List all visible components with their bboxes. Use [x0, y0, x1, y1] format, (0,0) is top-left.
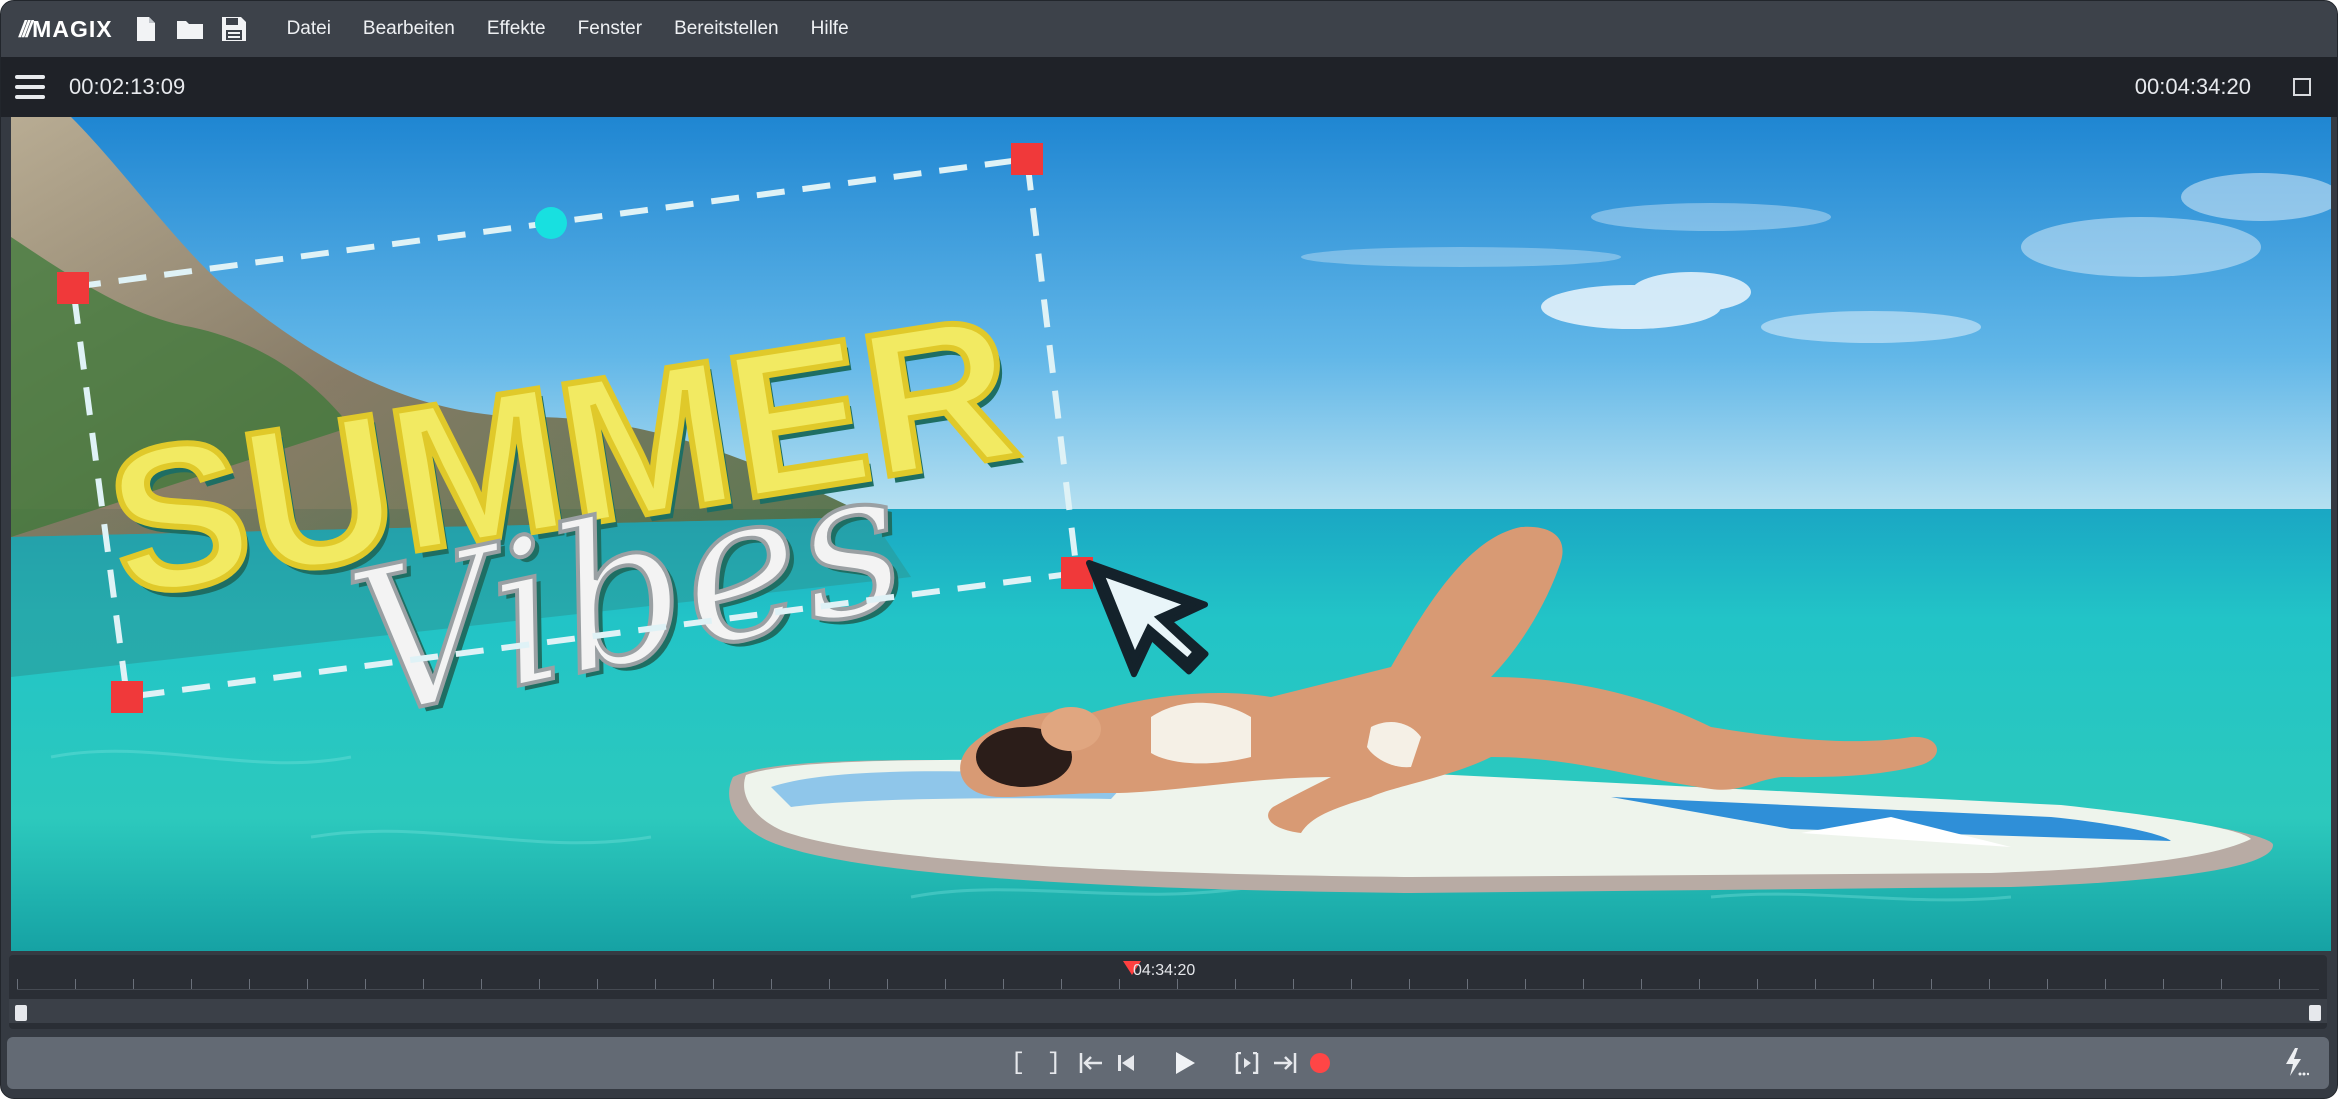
ruler-tick: [307, 979, 308, 989]
preview-toolbar: 00:02:13:09 00:04:34:20: [1, 57, 2337, 117]
total-timecode: 00:04:34:20: [2134, 74, 2251, 99]
ruler-tick: [1409, 979, 1410, 989]
ruler-tick: [1989, 979, 1990, 989]
ruler-tick: [1003, 979, 1004, 989]
mark-out-button[interactable]: ]: [1042, 1046, 1066, 1080]
ruler-tick: [1583, 979, 1584, 989]
ruler-tick: [1815, 979, 1816, 989]
resize-handle-top-right[interactable]: [1011, 143, 1043, 175]
rotate-handle[interactable]: [535, 207, 567, 239]
ruler-tick: [2221, 979, 2222, 989]
menu-bar: /// MAGIX Datei Bearbeiten Effekte Fenst…: [1, 1, 2337, 57]
ruler-tick: [191, 979, 192, 989]
ruler-tick: [365, 979, 366, 989]
playhead-time: 04:34:20: [1133, 962, 1196, 979]
ruler-tick: [887, 979, 888, 989]
ruler-tick: [1119, 979, 1120, 989]
next-marker-icon[interactable]: [1234, 1046, 1260, 1080]
ruler-tick: [1757, 979, 1758, 989]
menu-item-bereitstellen[interactable]: Bereitstellen: [658, 12, 795, 46]
timeline-scrollbar[interactable]: [9, 999, 2327, 1023]
ruler-tick: [1873, 979, 1874, 989]
ruler-tick: [133, 979, 134, 989]
ruler-tick: [539, 979, 540, 989]
ruler-tick: [597, 979, 598, 989]
jump-end-icon[interactable]: [1272, 1046, 1298, 1080]
ruler-tick: [1699, 979, 1700, 989]
ruler-tick: [1467, 979, 1468, 989]
current-timecode: 00:02:13:09: [69, 74, 186, 99]
ruler-tick: [249, 979, 250, 989]
mark-in-button[interactable]: [: [1006, 1046, 1030, 1080]
scroll-handle-right[interactable]: [2309, 1005, 2321, 1021]
ruler-tick: [945, 979, 946, 989]
preview-scene: SUMMER SUMMER Vibes Vibes: [11, 117, 2331, 951]
lightning-icon[interactable]: [2283, 1047, 2310, 1082]
timeline-ruler[interactable]: 04:34:20: [9, 955, 2327, 1029]
ruler-tick: [1061, 979, 1062, 989]
ruler-tick: [2047, 979, 2048, 989]
play-icon[interactable]: [1174, 1046, 1196, 1080]
save-icon[interactable]: [219, 14, 249, 44]
ruler-tick: [1293, 979, 1294, 989]
ruler-tick: [1931, 979, 1932, 989]
ruler-tick: [771, 979, 772, 989]
ruler-tick: [829, 979, 830, 989]
ruler-tick: [481, 979, 482, 989]
resize-handle-bottom-left[interactable]: [111, 681, 143, 713]
magix-logo: /// MAGIX: [19, 15, 113, 42]
ruler-tick: [1641, 979, 1642, 989]
menu-item-effekte[interactable]: Effekte: [471, 12, 562, 46]
prev-marker-icon[interactable]: [1116, 1046, 1136, 1080]
ruler-tick: [1351, 979, 1352, 989]
main-menu: Datei Bearbeiten Effekte Fenster Bereits…: [271, 12, 865, 46]
app-window: /// MAGIX Datei Bearbeiten Effekte Fenst…: [0, 0, 2338, 1099]
scroll-handle-left[interactable]: [15, 1005, 27, 1021]
ruler-tick: [1235, 979, 1236, 989]
ruler-tick: [2279, 979, 2280, 989]
record-icon[interactable]: [1310, 1046, 1330, 1080]
jump-start-icon[interactable]: [1078, 1046, 1104, 1080]
video-preview[interactable]: SUMMER SUMMER Vibes Vibes: [11, 117, 2331, 951]
menu-item-hilfe[interactable]: Hilfe: [795, 12, 865, 46]
menu-item-datei[interactable]: Datei: [271, 12, 347, 46]
new-file-icon[interactable]: [131, 14, 161, 44]
ruler-tick: [655, 979, 656, 989]
menu-item-bearbeiten[interactable]: Bearbeiten: [347, 12, 471, 46]
resize-handle-top-left[interactable]: [57, 272, 89, 304]
ruler-tick: [423, 979, 424, 989]
fullscreen-icon[interactable]: [2293, 78, 2311, 96]
ruler-tick: [1525, 979, 1526, 989]
transport-controls: [ ]: [7, 1037, 2329, 1089]
hamburger-icon[interactable]: [15, 72, 45, 102]
ruler-tick: [17, 979, 18, 989]
ruler-tick: [1177, 979, 1178, 989]
file-icon-group: [131, 14, 249, 44]
ruler-tick: [75, 979, 76, 989]
open-folder-icon[interactable]: [175, 14, 205, 44]
menu-item-fenster[interactable]: Fenster: [562, 12, 658, 46]
ruler-tick: [713, 979, 714, 989]
ruler-tick: [2163, 979, 2164, 989]
ruler-tick: [2105, 979, 2106, 989]
